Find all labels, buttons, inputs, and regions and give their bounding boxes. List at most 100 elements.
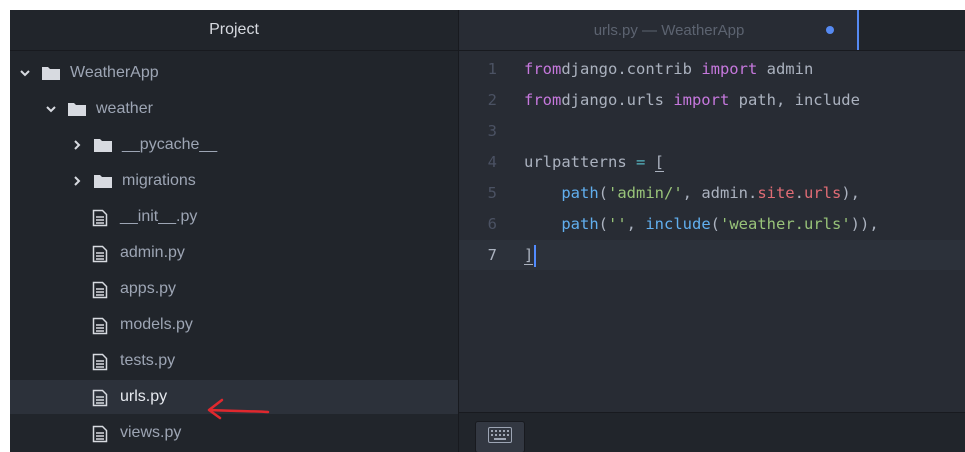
code-token: 'weather.urls': [720, 215, 851, 233]
file-text-icon: [92, 209, 110, 227]
tree-item-label: __init__.py: [120, 208, 198, 225]
code-line[interactable]: 4 urlpatterns = [: [459, 147, 965, 177]
tree-item-label: tests.py: [120, 352, 176, 369]
keyboard-icon: [488, 426, 512, 448]
code-token: .: [794, 184, 804, 202]
code-token: from: [524, 60, 562, 78]
code-token: ]: [524, 246, 534, 265]
code-line[interactable]: 7]: [459, 240, 965, 270]
tree-folder-pycache[interactable]: __pycache__: [10, 128, 458, 162]
line-number: 7: [487, 246, 497, 264]
code-token: path, include: [729, 91, 860, 109]
folder-icon: [94, 137, 112, 153]
file-text-icon: [92, 425, 110, 443]
code-token: ,: [626, 215, 646, 233]
keyboard-button[interactable]: [475, 421, 525, 452]
file-text-icon: [92, 353, 110, 371]
file-text-icon: [92, 317, 110, 335]
code-line[interactable]: 3: [459, 116, 965, 146]
tree-file-admin-py[interactable]: admin.py: [10, 236, 458, 270]
code-token: (: [598, 215, 608, 233]
tab-bar: urls.py — WeatherApp: [459, 10, 965, 51]
tree-item-label: views.py: [120, 424, 182, 441]
line-number: 4: [487, 153, 497, 171]
file-text-icon: [92, 245, 110, 263]
chevron-right-icon[interactable]: [70, 138, 84, 152]
code-token: (: [598, 184, 608, 202]
project-tree-panel: Project WeatherApp weather __pycache__migr…: [10, 10, 458, 452]
tree-item-label: weather: [96, 100, 153, 117]
text-cursor: [534, 244, 537, 267]
code-token: =: [635, 153, 646, 171]
code-token: [: [654, 153, 665, 172]
tree-file-init-py[interactable]: __init__.py: [10, 200, 458, 234]
code-token: path: [561, 184, 599, 202]
code-text: urlpatterns = [: [524, 147, 665, 177]
code-token: include: [645, 215, 711, 233]
line-number: 1: [487, 60, 497, 78]
code-text: fromdjango.contrib import admin: [524, 54, 813, 84]
tree-item-label: apps.py: [120, 280, 177, 297]
tree-item-label: migrations: [122, 172, 196, 189]
chevron-down-icon[interactable]: [18, 66, 32, 80]
code-token: '': [608, 215, 627, 233]
red-arrow-icon: [207, 398, 270, 420]
code-token: )),: [850, 215, 879, 233]
code-line[interactable]: 5 path('admin/', admin.site.urls),: [459, 178, 965, 208]
atom-window: Project WeatherApp weather __pycache__migr…: [10, 10, 965, 452]
code-token: import: [701, 60, 758, 78]
code-token: path: [561, 215, 599, 233]
code-text: path('', include('weather.urls')),: [524, 209, 879, 239]
chevron-right-icon[interactable]: [70, 174, 84, 188]
code-token: import: [673, 91, 730, 109]
code-line[interactable]: 2 fromdjango.urls import path, include: [459, 85, 965, 115]
project-panel-title: Project: [10, 10, 458, 51]
tree-item-label: __pycache__: [122, 136, 218, 153]
tree-folder-weather[interactable]: weather: [10, 92, 458, 126]
line-number: 2: [487, 91, 497, 109]
code-line[interactable]: 1 fromdjango.contrib import admin: [459, 54, 965, 84]
code-token: ),: [841, 184, 860, 202]
folder-icon: [94, 173, 112, 189]
file-text-icon: [92, 281, 110, 299]
status-bar: [459, 412, 965, 452]
tree-folder-weatherapp[interactable]: WeatherApp: [10, 56, 458, 90]
code-line[interactable]: 6 path('', include('weather.urls')),: [459, 209, 965, 239]
tree-file-models-py[interactable]: models.py: [10, 308, 458, 342]
tree-item-label: admin.py: [120, 244, 185, 261]
code-text: fromdjango.urls import path, include: [524, 85, 860, 115]
tab-title: urls.py — WeatherApp: [593, 21, 745, 39]
line-number: 6: [487, 215, 497, 233]
code-token: django.contrib: [561, 60, 702, 78]
tree-item-label: WeatherApp: [70, 64, 159, 81]
code-token: urls: [803, 184, 842, 202]
folder-icon: [68, 101, 86, 117]
code-token: django.urls: [561, 91, 674, 109]
code-text: path('admin/', admin.site.urls),: [524, 178, 860, 208]
tree-folder-migrations[interactable]: migrations: [10, 164, 458, 198]
tab-urls-py[interactable]: urls.py — WeatherApp: [459, 10, 859, 50]
tree-item-label: models.py: [120, 316, 193, 333]
code-token: , admin.: [682, 184, 758, 202]
code-text: ]: [524, 240, 537, 270]
code-token: (: [710, 215, 721, 233]
tree-file-tests-py[interactable]: tests.py: [10, 344, 458, 378]
code-token: admin: [757, 60, 814, 78]
chevron-down-icon[interactable]: [44, 102, 58, 116]
folder-icon: [42, 65, 60, 81]
code-token: 'admin/': [608, 184, 683, 202]
tree-item-label: urls.py: [120, 388, 168, 405]
file-text-icon: [92, 389, 110, 407]
modified-indicator-icon[interactable]: [826, 26, 834, 34]
code-token: site: [757, 184, 795, 202]
active-tab-indicator: [857, 10, 859, 50]
tree-file-apps-py[interactable]: apps.py: [10, 272, 458, 306]
line-number: 5: [487, 184, 497, 202]
code-token: from: [524, 91, 562, 109]
line-number: 3: [487, 122, 497, 140]
editor-pane: urls.py — WeatherApp 1 fromdjango.contrib…: [458, 10, 965, 452]
code-token: urlpatterns: [524, 153, 636, 171]
